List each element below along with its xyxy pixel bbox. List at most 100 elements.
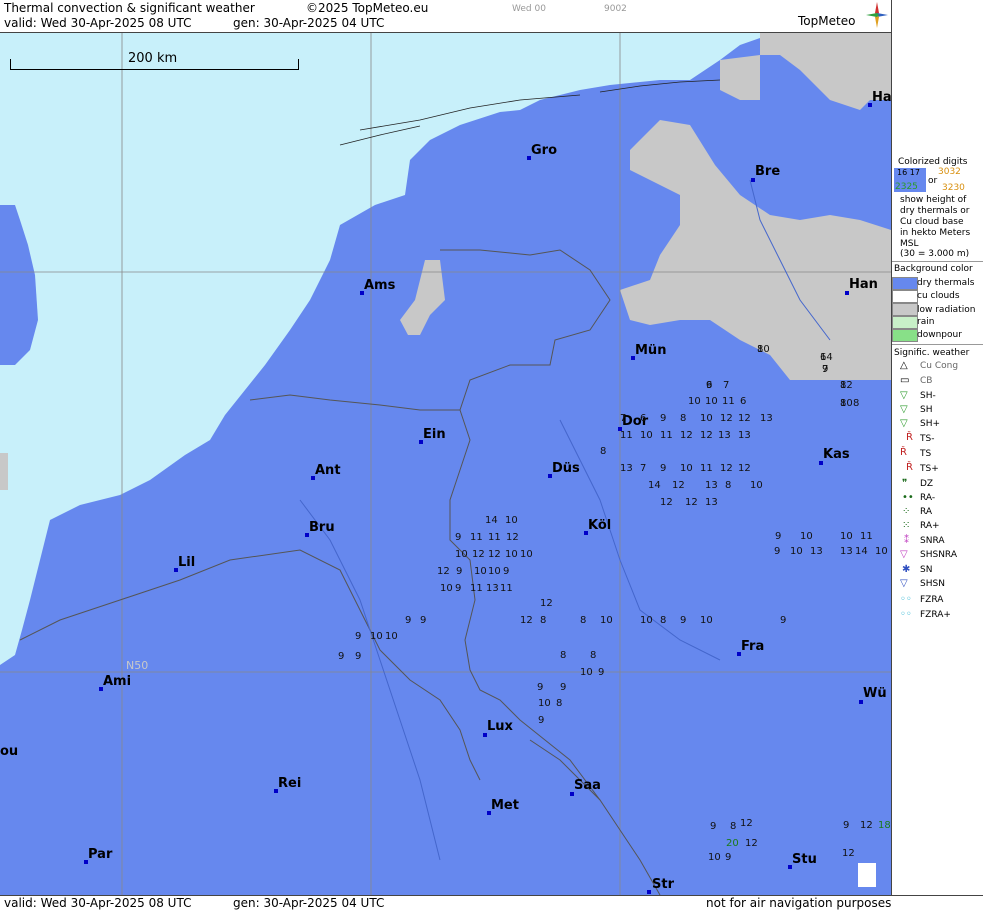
thermal-height-digit: 9: [843, 820, 850, 831]
legend-sample-2: 3032: [938, 167, 961, 177]
legend-sig-item: SN: [920, 565, 933, 575]
thermal-height-digit: 9: [537, 682, 544, 693]
city-label: Par: [88, 847, 113, 862]
thermal-height-digit: 18: [878, 820, 891, 831]
thermal-height-digit: 10: [520, 549, 533, 560]
legend-sample-3: 2325: [895, 182, 918, 192]
thermal-height-digit: 9: [405, 615, 412, 626]
thermal-height-digit: 6: [640, 413, 647, 424]
thermal-height-digit: 10: [640, 430, 653, 441]
low-radiation-lux: [0, 453, 8, 490]
thermal-height-digit: 12: [680, 430, 693, 441]
thermal-height-digit: 13: [620, 463, 633, 474]
thermal-height-digit: 13: [705, 497, 718, 508]
city-label: Gro: [531, 143, 558, 158]
legend-desc: (30 = 3.000 m): [900, 249, 970, 259]
thermal-height-digit: 9: [355, 631, 362, 642]
thermal-height-digit: 10: [700, 413, 713, 424]
thermal-height-digit: 9: [725, 852, 732, 863]
thermal-height-digit: 7: [640, 463, 647, 474]
thermal-height-digit: 9: [598, 667, 605, 678]
thermal-height-digit: 8: [725, 480, 732, 491]
thermal-height-digit: 8: [560, 650, 567, 661]
legend-or: or: [928, 176, 938, 186]
thermal-height-digit: 12: [472, 549, 485, 560]
thunderstorm-light-icon: Ř: [906, 432, 913, 443]
code-label: 9002: [604, 4, 627, 14]
thermal-height-digit: 9: [660, 463, 667, 474]
city-label: Wü: [863, 686, 887, 701]
thermal-height-digit: 11: [660, 430, 673, 441]
thermal-height-digit: 10: [370, 631, 383, 642]
thermal-height-digit: 12: [488, 549, 501, 560]
thermal-height-digit: 8: [590, 650, 597, 661]
thermal-height-digit: 9: [706, 380, 713, 391]
thermal-height-digit: 9: [456, 566, 463, 577]
legend-sig-item: TS+: [920, 464, 939, 474]
thermal-height-digit: 10: [800, 531, 813, 542]
thermal-height-digit: 13: [718, 430, 731, 441]
thermal-height-digit: 10: [580, 667, 593, 678]
thermal-height-digit: 12: [745, 838, 758, 849]
map-area[interactable]: 200 km N50 Gro Bre Ha Ams Han Mün Dor Ei…: [0, 33, 891, 895]
rain-icon: ⁘: [902, 506, 911, 517]
city-label: Rei: [278, 776, 302, 791]
gen-time: gen: 30-Apr-2025 04 UTC: [233, 16, 385, 30]
city-marker: [647, 890, 651, 894]
thermal-height-digit: 10: [440, 583, 453, 594]
snow-icon: ✱: [902, 564, 911, 575]
thermal-height-digit: 9: [503, 566, 510, 577]
shower-heavy-icon: ▽: [900, 418, 908, 429]
city-label: Ams: [364, 278, 396, 293]
thermal-height-digit: 8: [680, 413, 687, 424]
shower-snow-icon: ▽: [900, 578, 908, 589]
thermal-height-digit: 8: [556, 698, 563, 709]
legend-desc: Cu cloud base: [900, 217, 964, 227]
legend-desc: in hekto Meters: [900, 228, 971, 238]
thermal-height-digit: 9: [680, 615, 687, 626]
thermal-height-digit: 11: [488, 532, 501, 543]
thermal-height-digit: 13: [840, 546, 853, 557]
land-dry-thermals: [0, 33, 891, 895]
thermal-height-digit: 10: [875, 546, 888, 557]
city-label: Met: [491, 798, 519, 813]
thermal-height-digit: 9: [775, 531, 782, 542]
thermal-height-digit: 12: [700, 430, 713, 441]
thermal-height-digit: 9: [660, 413, 667, 424]
thermal-height-digit: 12: [540, 598, 553, 609]
run-label: Wed 00: [512, 4, 546, 14]
thermal-height-digit: 9: [355, 651, 362, 662]
legend-sig-item: SNRA: [920, 536, 945, 546]
thermal-height-digit: 20: [726, 838, 739, 849]
thermal-height-digit: 10: [600, 615, 613, 626]
thermal-height-digit: 12: [506, 532, 519, 543]
thermal-height-digit: 11: [860, 531, 873, 542]
thermal-height-digit: 11: [722, 396, 735, 407]
latitude-label: N50: [126, 659, 149, 672]
legend-sig-item: SHSNRA: [920, 550, 957, 560]
thunderstorm-icon: Ř: [900, 447, 907, 458]
city-label: Ami: [103, 674, 132, 689]
footer-gen-time: gen: 30-Apr-2025 04 UTC: [233, 896, 385, 910]
legend-bg-title: Background color: [894, 264, 973, 274]
map-header: Thermal convection & significant weather…: [0, 0, 891, 33]
legend-sig-item: SHSN: [920, 579, 945, 589]
land-west-uk: [0, 205, 38, 365]
legend-bg-item: dry thermals: [917, 278, 975, 288]
legend-sig-item: SH: [920, 405, 933, 415]
rain-heavy-icon: ⁙: [902, 520, 911, 531]
legend-sig-item: RA+: [920, 521, 940, 531]
city-label: Lil: [178, 555, 196, 570]
thermal-height-digit: 12: [685, 497, 698, 508]
thermal-height-digit: 10: [705, 396, 718, 407]
thermal-height-digit: 8: [660, 615, 667, 626]
city-label: Ein: [423, 427, 446, 442]
legend-divider: [892, 344, 983, 345]
compass-logo-icon: [866, 2, 888, 28]
map-title: Thermal convection & significant weather: [4, 1, 255, 15]
cb-icon: ▭: [900, 375, 910, 386]
freezing-rain-icon: ◦◦: [900, 594, 912, 605]
city-label: Bre: [755, 164, 781, 179]
legend-desc: MSL: [900, 239, 919, 249]
city-label: Saa: [574, 778, 601, 793]
